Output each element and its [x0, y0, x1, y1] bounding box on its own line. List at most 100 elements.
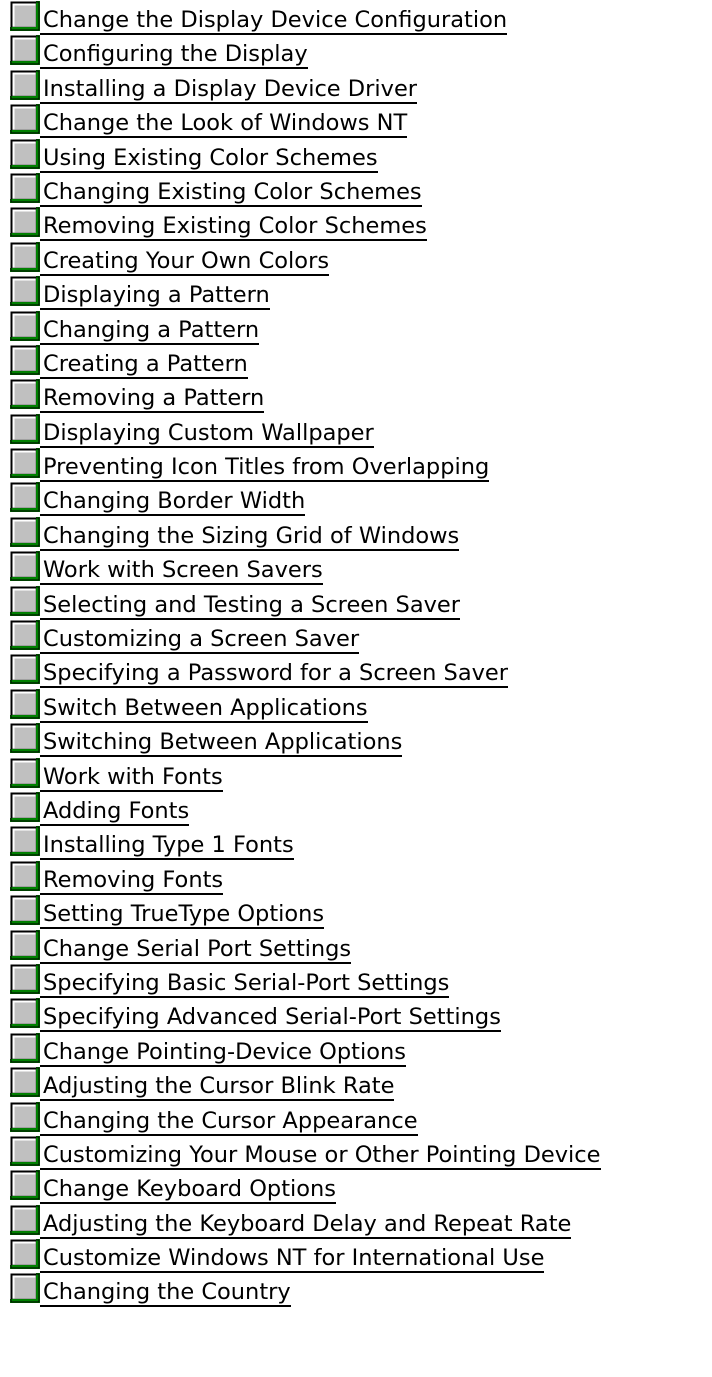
topic-icon [10, 791, 40, 822]
topic-link[interactable]: Specifying Basic Serial-Port Settings [0, 963, 450, 998]
topic-icon [10, 1170, 40, 1201]
topic-link[interactable]: Installing a Display Device Driver [0, 69, 418, 104]
topic-label: Adding Fonts [40, 798, 190, 826]
list-item: Customizing a Screen Saver [0, 619, 712, 655]
topic-label: Using Existing Color Schemes [40, 145, 378, 173]
topic-icon [10, 620, 40, 651]
topic-label: Changing the Country [40, 1279, 291, 1308]
topic-label: Changing the Cursor Appearance [40, 1108, 418, 1136]
list-item: Switch Between Applications [0, 688, 712, 723]
topic-icon [10, 448, 40, 479]
topic-label: Selecting and Testing a Screen Saver [40, 592, 461, 620]
list-item: Adding Fonts [0, 791, 712, 826]
topic-link[interactable]: Specifying Advanced Serial-Port Settings [0, 997, 501, 1033]
topic-label: Switch Between Applications [40, 695, 368, 723]
topic-link[interactable]: Changing Border Width [0, 481, 306, 517]
topic-icon [10, 1239, 40, 1270]
topic-link[interactable]: Removing Fonts [0, 860, 224, 895]
topic-label: Creating a Pattern [40, 351, 248, 379]
topic-label: Customizing a Screen Saver [40, 626, 360, 655]
topic-link[interactable]: Switch Between Applications [0, 688, 368, 723]
topic-link[interactable]: Removing a Pattern [0, 378, 265, 414]
topic-link[interactable]: Removing Existing Color Schemes [0, 206, 427, 242]
topic-link[interactable]: Setting TrueType Options [0, 894, 325, 930]
topic-link[interactable]: Using Existing Color Schemes [0, 138, 378, 173]
topic-link[interactable]: Change Serial Port Settings [0, 929, 352, 964]
list-item: Preventing Icon Titles from Overlapping [0, 447, 712, 483]
topic-link[interactable]: Change Keyboard Options [0, 1169, 337, 1205]
list-item: Change Serial Port Settings [0, 929, 712, 964]
topic-label: Specifying Advanced Serial-Port Settings [40, 1004, 501, 1033]
topic-link[interactable]: Changing the Sizing Grid of Windows [0, 516, 460, 551]
topic-icon [10, 1204, 40, 1235]
topic-icon [10, 241, 40, 272]
list-item: Specifying a Password for a Screen Saver [0, 653, 712, 689]
topic-link[interactable]: Preventing Icon Titles from Overlapping [0, 447, 490, 483]
topic-link[interactable]: Changing the Cursor Appearance [0, 1101, 418, 1136]
topic-label: Installing Type 1 Fonts [40, 832, 294, 861]
topic-label: Change the Look of Windows NT [40, 110, 408, 139]
list-item: Installing Type 1 Fonts [0, 825, 712, 861]
list-item: Customizing Your Mouse or Other Pointing… [0, 1135, 712, 1170]
topic-link[interactable]: Changing Existing Color Schemes [0, 172, 422, 207]
topic-link[interactable]: Switching Between Applications [0, 722, 403, 758]
topic-icon [10, 482, 40, 513]
topic-icon [10, 104, 40, 135]
list-item: Changing the Cursor Appearance [0, 1101, 712, 1136]
topic-icon [10, 929, 40, 960]
topic-icon [10, 1032, 40, 1063]
topic-link[interactable]: Adjusting the Cursor Blink Rate [0, 1066, 395, 1102]
topic-icon [10, 585, 40, 616]
topic-link[interactable]: Configuring the Display [0, 34, 308, 70]
topic-label: Displaying a Pattern [40, 282, 270, 311]
topic-link[interactable]: Displaying Custom Wallpaper [0, 413, 374, 448]
list-item: Customize Windows NT for International U… [0, 1238, 712, 1274]
topic-link[interactable]: Customizing Your Mouse or Other Pointing… [0, 1135, 601, 1170]
list-item: Removing Existing Color Schemes [0, 206, 712, 242]
list-item: Work with Fonts [0, 757, 712, 792]
topic-link[interactable]: Creating a Pattern [0, 344, 248, 379]
topic-link[interactable]: Displaying a Pattern [0, 275, 270, 311]
topic-label: Change Serial Port Settings [40, 936, 352, 964]
topic-link[interactable]: Work with Fonts [0, 757, 223, 792]
topic-label: Specifying a Password for a Screen Saver [40, 660, 509, 689]
list-item: Using Existing Color Schemes [0, 138, 712, 173]
list-item: Displaying Custom Wallpaper [0, 413, 712, 448]
topic-link[interactable]: Change the Look of Windows NT [0, 103, 408, 139]
topic-link[interactable]: Creating Your Own Colors [0, 241, 330, 276]
topic-label: Change Keyboard Options [40, 1176, 337, 1205]
list-item: Creating Your Own Colors [0, 241, 712, 276]
topic-icon [10, 69, 40, 100]
topic-link[interactable]: Adding Fonts [0, 791, 190, 826]
topic-label: Creating Your Own Colors [40, 248, 330, 276]
list-item: Removing a Pattern [0, 378, 712, 414]
topic-label: Installing a Display Device Driver [40, 76, 418, 104]
topic-link[interactable]: Customizing a Screen Saver [0, 619, 360, 655]
topic-icon [10, 723, 40, 754]
topic-link[interactable]: Customize Windows NT for International U… [0, 1238, 545, 1274]
topic-icon [10, 654, 40, 685]
topic-link[interactable]: Adjusting the Keyboard Delay and Repeat … [0, 1204, 572, 1239]
topic-link[interactable]: Work with Screen Savers [0, 550, 323, 586]
list-item: Configuring the Display [0, 34, 712, 70]
list-item: Specifying Advanced Serial-Port Settings [0, 997, 712, 1033]
topic-icon [10, 379, 40, 410]
topic-link[interactable]: Change the Display Device Configuration [0, 0, 508, 35]
help-topic-list: Change the Display Device Configuration … [0, 0, 712, 1308]
topic-icon [10, 207, 40, 238]
topic-icon [10, 998, 40, 1029]
topic-link[interactable]: Installing Type 1 Fonts [0, 825, 294, 861]
topic-link[interactable]: Selecting and Testing a Screen Saver [0, 585, 461, 620]
topic-label: Removing Existing Color Schemes [40, 213, 427, 242]
topic-icon [10, 551, 40, 582]
topic-link[interactable]: Changing a Pattern [0, 310, 260, 345]
topic-icon [10, 516, 40, 547]
topic-label: Adjusting the Cursor Blink Rate [40, 1073, 395, 1102]
topic-icon [10, 826, 40, 857]
topic-icon [10, 35, 40, 66]
topic-label: Work with Screen Savers [40, 557, 323, 586]
topic-link[interactable]: Specifying a Password for a Screen Saver [0, 653, 509, 689]
list-item: Changing the Country [0, 1272, 712, 1308]
topic-link[interactable]: Change Pointing-Device Options [0, 1032, 406, 1067]
topic-link[interactable]: Changing the Country [0, 1272, 291, 1308]
